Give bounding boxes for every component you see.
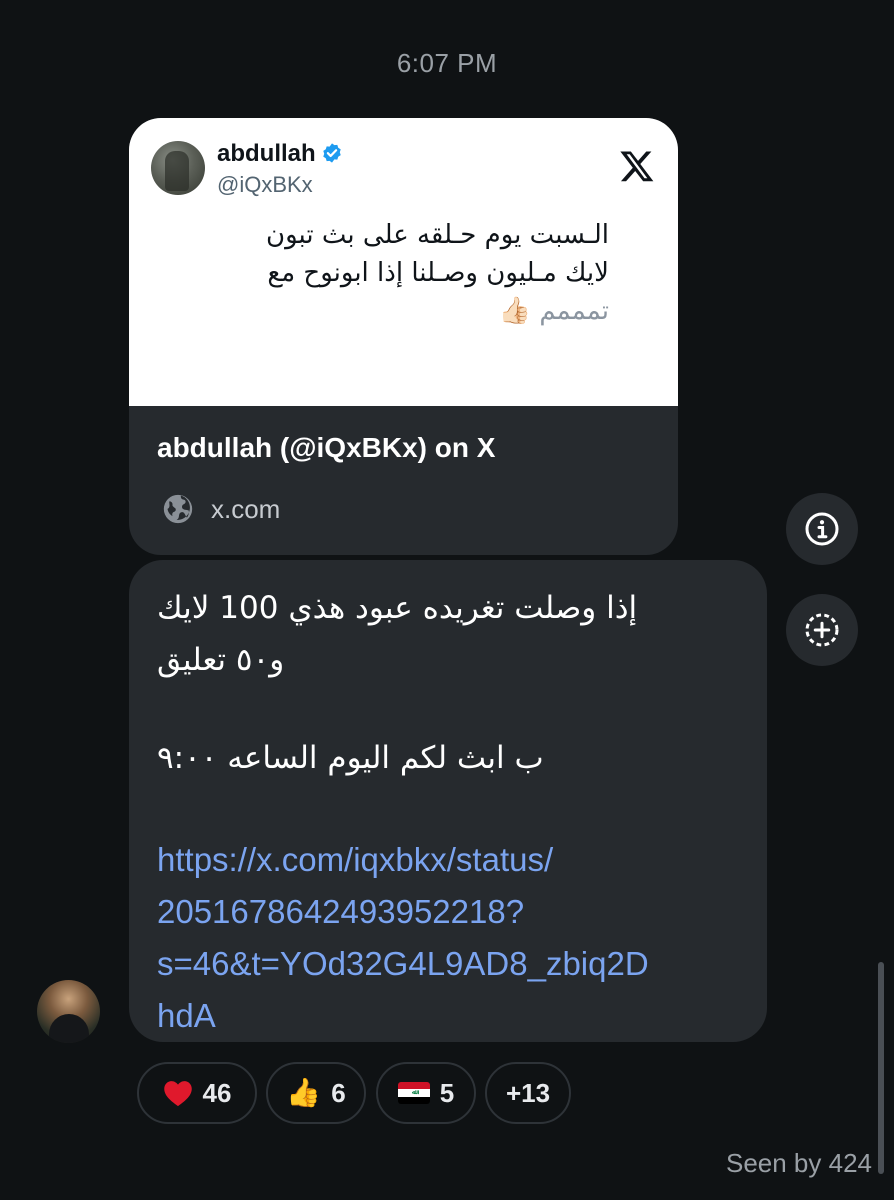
tweet-preview[interactable]: abdullah @iQxBKx الـسبت يوم حـلقه على بث… xyxy=(129,118,678,406)
link-preview-card[interactable]: abdullah @iQxBKx الـسبت يوم حـلقه على بث… xyxy=(129,118,678,555)
reaction-heart[interactable]: 46 xyxy=(137,1062,257,1124)
reaction-count: 6 xyxy=(331,1077,346,1108)
link-domain: x.com xyxy=(211,494,281,524)
thumbs-up-emoji: 👍 xyxy=(286,1077,322,1108)
message-timestamp: 6:07 PM xyxy=(396,48,498,78)
seen-by-label[interactable]: Seen by 424 xyxy=(726,1148,872,1179)
tweet-author-avatar xyxy=(151,141,205,195)
reaction-thumbs-up[interactable]: 👍 6 xyxy=(266,1062,366,1124)
reaction-iraq-flag[interactable]: ﷲ 5 xyxy=(376,1062,476,1124)
message-text-line: إذا وصلت تغريده عبود هذي 100 لايك xyxy=(157,590,638,626)
reaction-more-count: +13 xyxy=(505,1077,551,1108)
info-button[interactable] xyxy=(786,493,858,565)
tweet-text: الـسبت يوم حـلقه على بث تبون لايك مـليون… xyxy=(149,216,609,330)
add-reaction-icon xyxy=(805,613,839,647)
tweet-text-line: لايك مـليون وصـلنا إذا ابونوح مع xyxy=(267,258,609,288)
message-link-line[interactable]: https://x.com/iqxbkx/status/ xyxy=(157,834,757,886)
message-link[interactable]: https://x.com/iqxbkx/status/ 20516786424… xyxy=(157,834,757,1042)
message-text-line: و٥٠ تعليق xyxy=(157,642,285,678)
tweet-author-name: abdullah xyxy=(217,140,316,167)
message-link-line[interactable]: 2051678642493952218? xyxy=(157,886,757,938)
message-link-line[interactable]: s=46&t=YOd32G4L9AD8_zbiq2D xyxy=(157,938,757,990)
link-title: abdullah (@iQxBKx) on X xyxy=(157,432,496,463)
info-icon xyxy=(805,512,839,546)
iraq-flag-icon: ﷲ xyxy=(397,1082,430,1104)
message-link-line[interactable]: hdA xyxy=(157,990,757,1042)
tweet-author-handle: @iQxBKx xyxy=(217,172,313,197)
tweet-text-line: تمممم 👍🏻 xyxy=(149,292,609,330)
reaction-count: 46 xyxy=(202,1077,232,1108)
tweet-text-word: تمممم xyxy=(539,296,609,326)
tweet-text-line: الـسبت يوم حـلقه على بث تبون xyxy=(266,220,609,250)
message-bubble[interactable]: إذا وصلت تغريده عبود هذي 100 لايك و٥٠ تع… xyxy=(129,560,767,1042)
globe-icon xyxy=(163,494,193,524)
chat-screen: 6:07 PM abdullah @iQxBKx الـسبت يوم حـلق… xyxy=(0,0,894,1200)
sender-avatar[interactable] xyxy=(37,980,100,1043)
reaction-count: 5 xyxy=(439,1077,455,1108)
message-text-line: ب ابث لكم اليوم الساعه ٩:٠٠ xyxy=(157,740,544,776)
scrollbar[interactable] xyxy=(878,962,884,1174)
reaction-more[interactable]: +13 xyxy=(485,1062,571,1124)
thumbs-up-emoji: 👍🏻 xyxy=(498,296,532,326)
x-logo-icon xyxy=(620,151,654,182)
verified-badge-icon xyxy=(323,143,341,163)
add-reaction-button[interactable] xyxy=(786,594,858,666)
heart-emoji-icon xyxy=(163,1081,192,1107)
